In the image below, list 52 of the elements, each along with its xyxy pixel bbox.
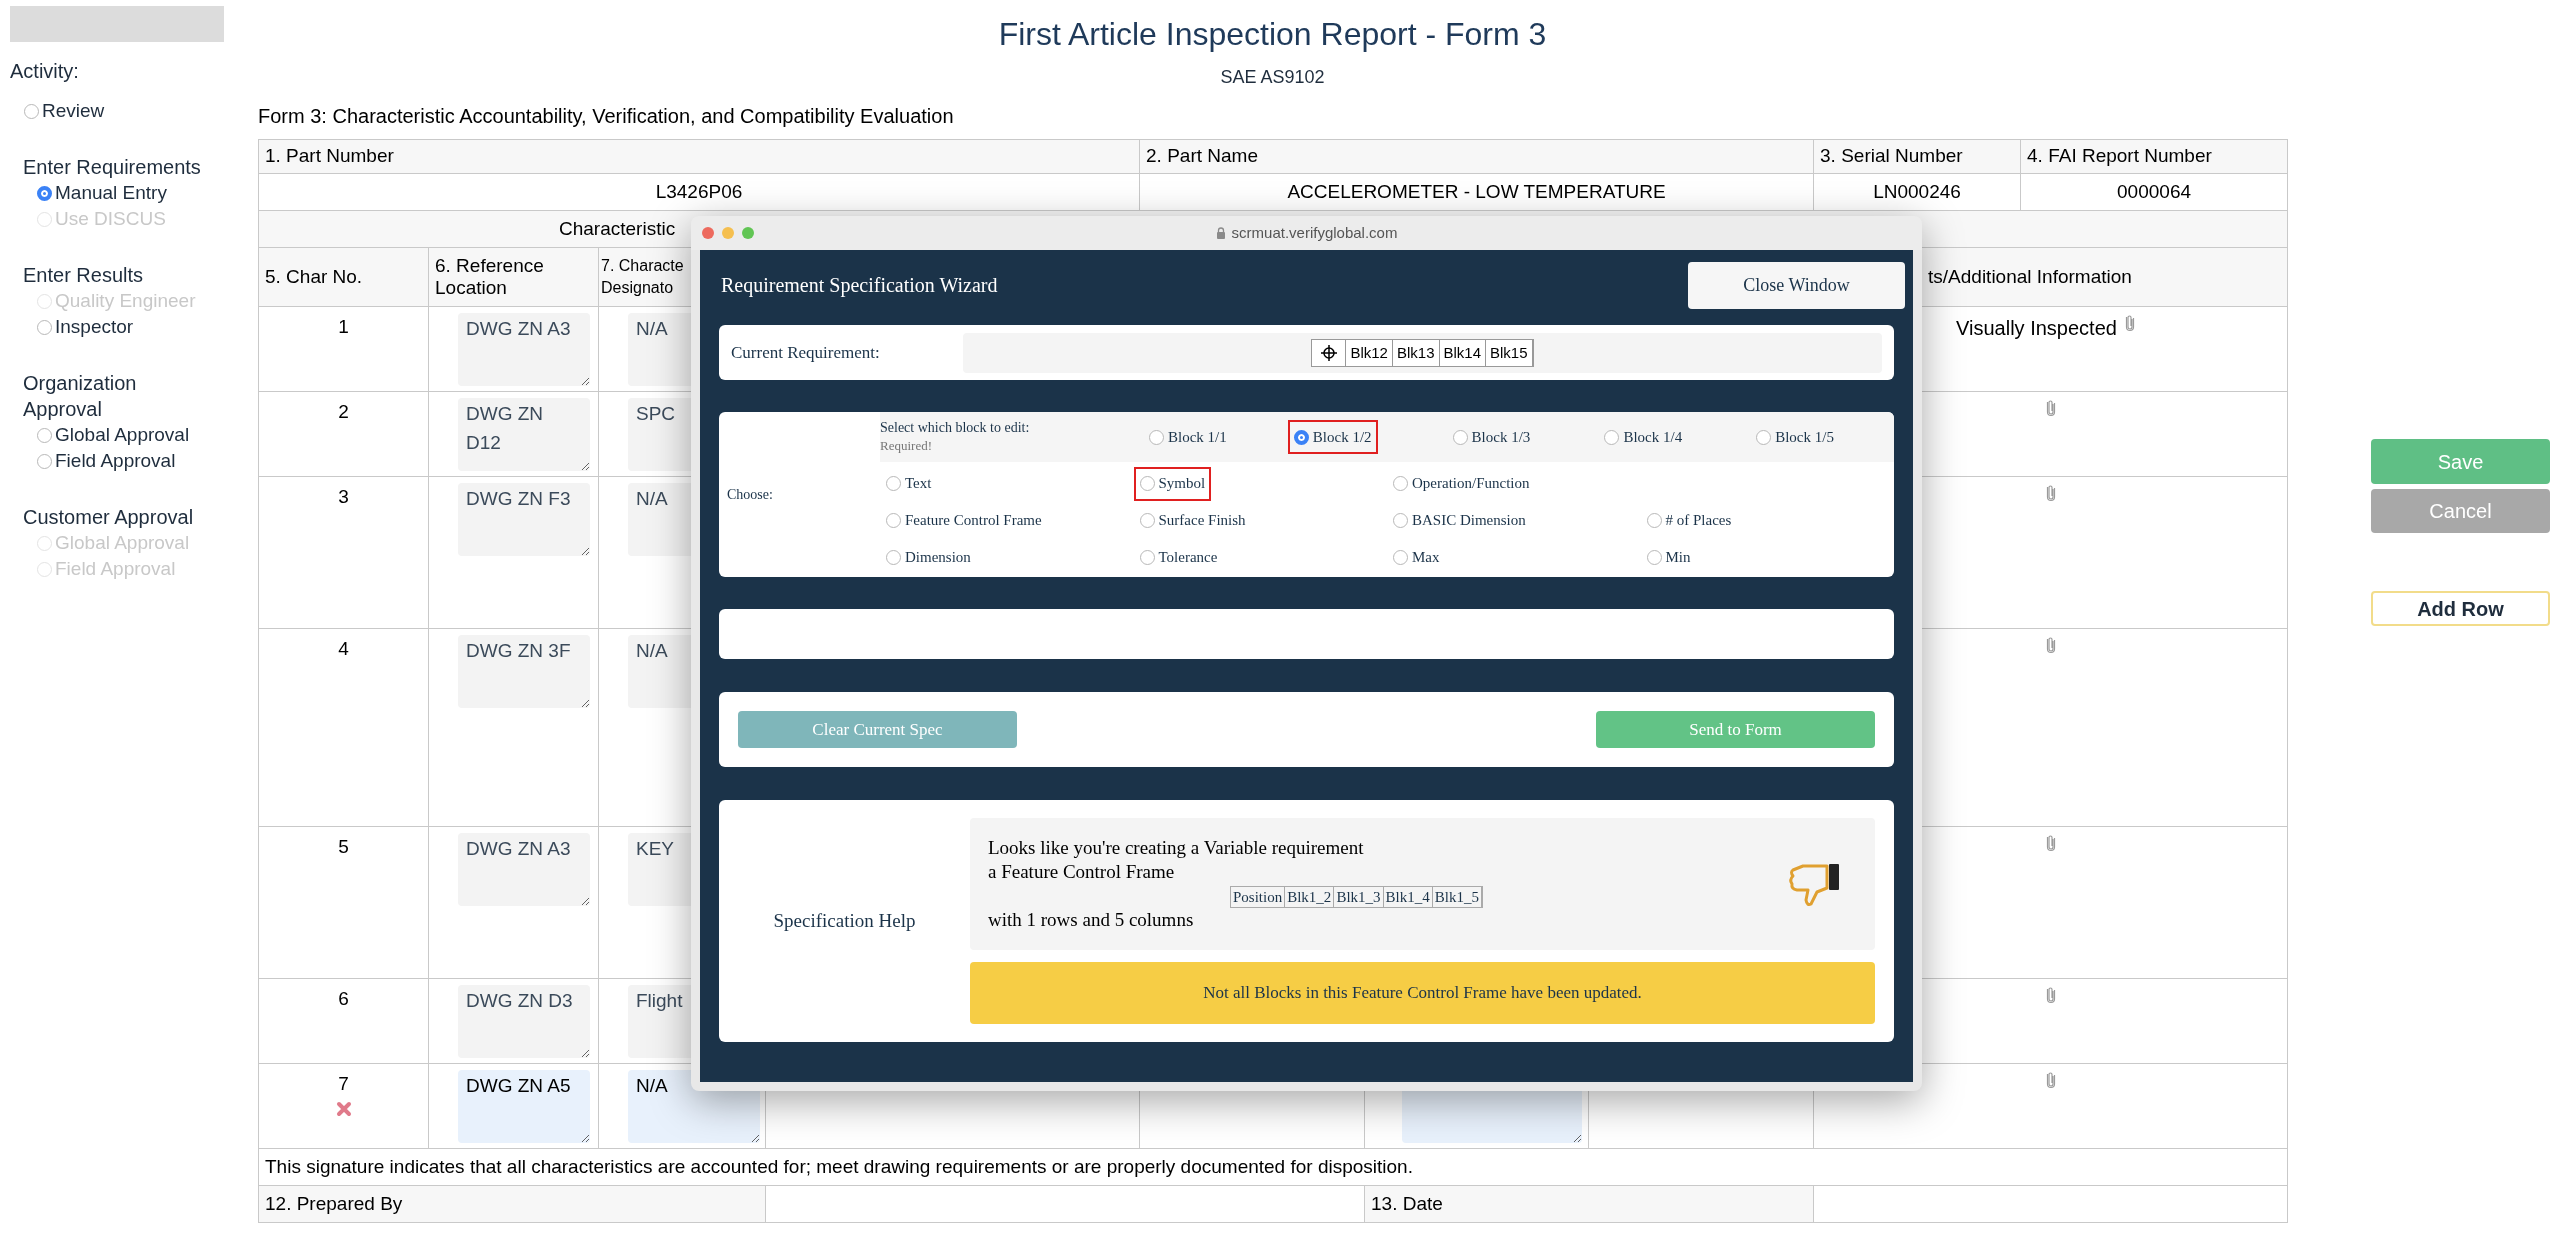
column-header: 4. FAI Report Number bbox=[2027, 145, 2212, 167]
help-text: with 1 rows and 5 columns bbox=[988, 908, 1195, 932]
section-label: Specification Help bbox=[772, 908, 917, 933]
frame-cell: Blk1_3 bbox=[1334, 887, 1384, 907]
url-text: scrmuat.verifyglobal.com bbox=[1231, 222, 1398, 243]
frame-cell: Blk15 bbox=[1486, 339, 1533, 366]
row-number: 1 bbox=[337, 315, 350, 339]
page-title: First Article Inspection Report - Form 3 bbox=[997, 15, 1548, 54]
form-caption: Form 3: Characteristic Accountability, Verification, and Compatibility Evaluation bbox=[258, 104, 955, 129]
column-header: 3. Serial Number bbox=[1820, 145, 1963, 167]
field-label: Current Requirement: bbox=[731, 341, 881, 364]
column-header: 1. Part Number bbox=[265, 145, 394, 167]
group-heading: Organization Approval bbox=[23, 371, 138, 422]
frame-cell: Blk13 bbox=[1392, 339, 1440, 366]
group-heading: Enter Results bbox=[23, 263, 145, 288]
table-cell: ACCELEROMETER - LOW TEMPERATURE bbox=[1287, 181, 1666, 202]
signature-note: This signature indicates that all characteristics are accounted for; meet drawing requirements or are properly documented for disposition. bbox=[265, 1155, 1413, 1177]
column-header: 2. Part Name bbox=[1146, 145, 1258, 167]
warning-banner: Not all Blocks in this Feature Control Frame have been updated. bbox=[970, 962, 1875, 1024]
column-header: 5. Char No. bbox=[265, 265, 363, 287]
section-label: Activity: bbox=[10, 59, 80, 84]
field-label: Select which block to edit: bbox=[880, 419, 1031, 437]
page-subtitle: SAE AS9102 bbox=[1219, 66, 1326, 89]
field-label: 13. Date bbox=[1371, 1192, 1443, 1214]
field-label: 12. Prepared By bbox=[265, 1192, 403, 1214]
table-cell: 0000064 bbox=[2117, 181, 2191, 202]
frame-cell: Position bbox=[1231, 887, 1286, 907]
field-label: Choose: bbox=[726, 486, 774, 504]
frame-cell: Blk12 bbox=[1346, 339, 1393, 366]
frame-cell: Blk1_2 bbox=[1285, 887, 1335, 907]
frame-cell: Blk14 bbox=[1439, 339, 1487, 366]
group-heading: Customer Approval bbox=[23, 505, 195, 530]
hint-text: Required! bbox=[880, 437, 933, 455]
row-number: 2 bbox=[337, 400, 350, 424]
help-text: a Feature Control Frame bbox=[988, 860, 1176, 884]
column-header: 7. Characte Designato bbox=[601, 257, 684, 296]
dialog-title: Requirement Specification Wizard bbox=[720, 273, 998, 299]
help-text: Looks like you're creating a Variable requirement bbox=[988, 836, 1365, 860]
frame-cell: Blk1_5 bbox=[1432, 887, 1482, 907]
row-number: 3 bbox=[337, 485, 350, 509]
comment-text: Visually Inspected bbox=[1956, 316, 2117, 341]
table-cell: LN000246 bbox=[1873, 181, 1961, 202]
table-cell: L3426P06 bbox=[655, 181, 743, 202]
column-header: ts/Additional Information bbox=[1928, 265, 2132, 287]
row-number: 6 bbox=[337, 987, 350, 1011]
row-number: 4 bbox=[337, 637, 350, 661]
frame-cell: Blk1_4 bbox=[1383, 887, 1433, 907]
section-header: Characteristic bbox=[559, 217, 676, 239]
row-number: 7 bbox=[337, 1072, 350, 1096]
group-heading: Enter Requirements bbox=[23, 155, 202, 180]
row-number: 5 bbox=[337, 835, 350, 859]
column-header: 6. Reference Location bbox=[435, 255, 544, 298]
